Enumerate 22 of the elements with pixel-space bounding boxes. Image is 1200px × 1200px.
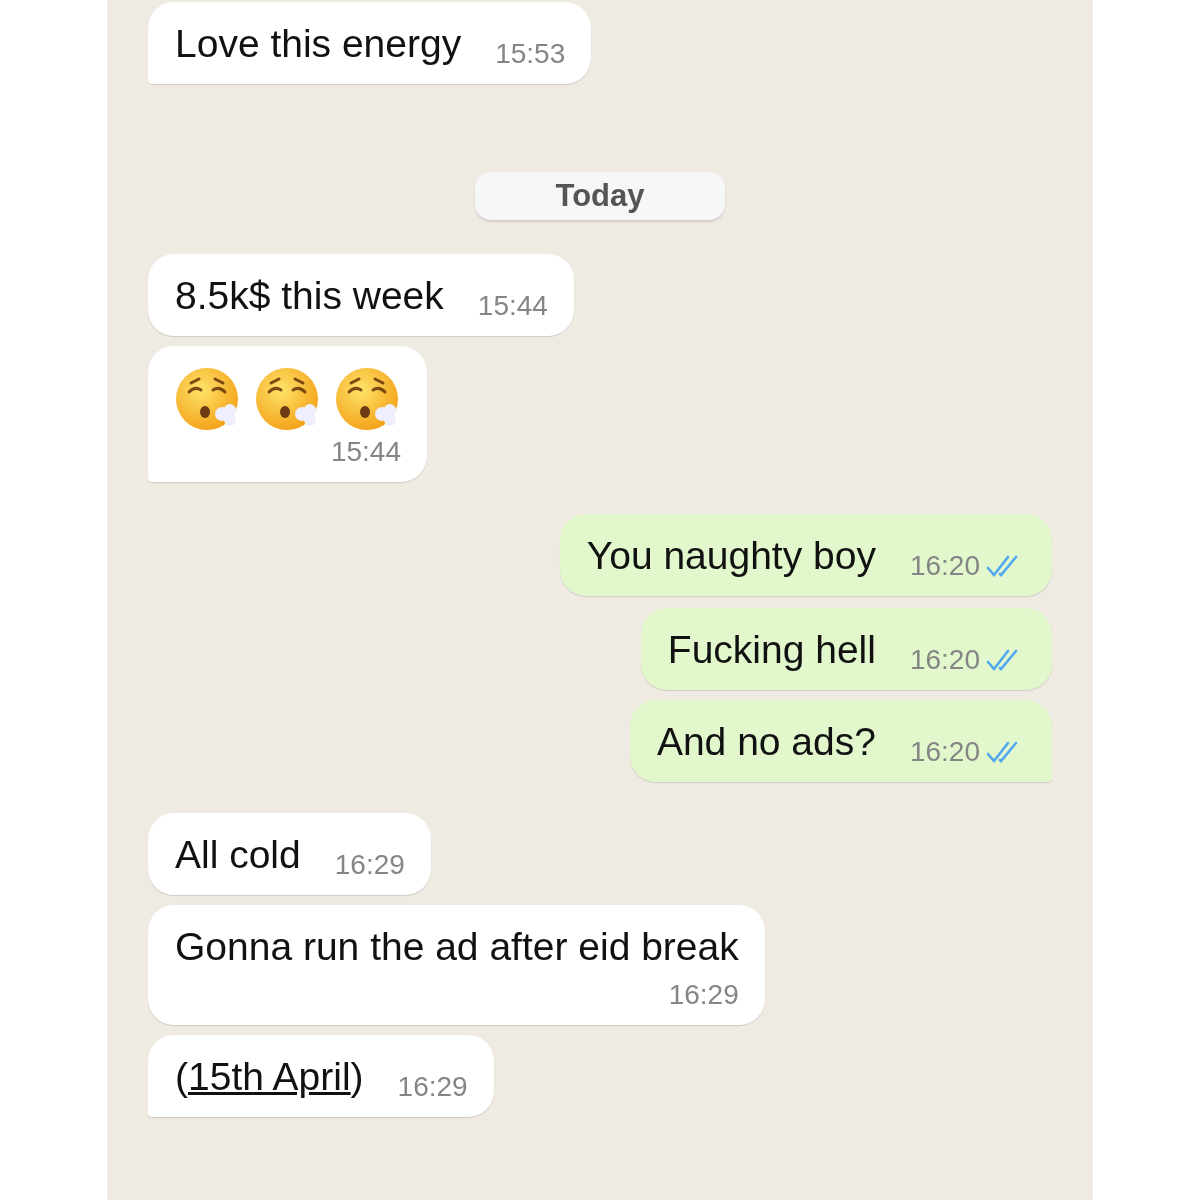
message-text: Fucking hell [667,627,876,673]
message-time: 16:20 [909,736,980,768]
message-time: 15:44 [330,436,401,468]
message-text: 8.5k$ this week [175,273,444,319]
message-text: (15th April) [175,1054,364,1100]
exhaling-face-icon [335,366,401,432]
message-time: 16:29 [668,979,739,1011]
date-divider: Today [475,172,725,220]
message-text: You naughty boy [586,533,876,579]
message-time: 16:29 [334,849,405,881]
message-text: Gonna run the ad after eid break [175,924,739,970]
message-time: 16:20 [909,644,980,676]
message-time: 16:20 [909,550,980,582]
message-text: Love this energy [175,21,462,67]
exhaling-face-icon [255,366,321,432]
message-text: All cold [175,832,301,878]
exhaling-face-icon [175,366,241,432]
message-time: 15:44 [477,290,548,322]
message-time: 16:29 [397,1071,468,1103]
message-text: And no ads? [656,719,876,765]
date-link[interactable]: 15th April [188,1055,351,1098]
message-time: 15:53 [495,38,566,70]
